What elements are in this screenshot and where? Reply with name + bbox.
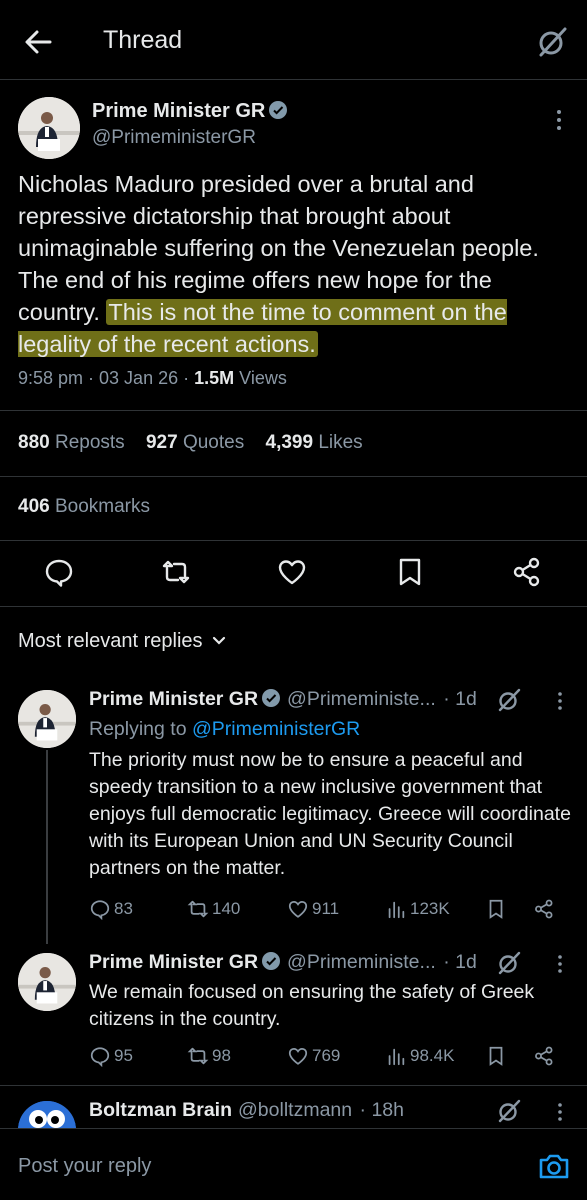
reply-actions: 83 140 911 123K: [89, 898, 569, 924]
grok-icon[interactable]: [496, 1098, 522, 1124]
engagement-stats: 880 Reposts 927 Quotes 4,399 Likes: [18, 432, 379, 454]
bookmarks-stat[interactable]: 406 Bookmarks: [18, 496, 150, 518]
divider: [0, 410, 587, 411]
reply-author-name[interactable]: Boltzman Brain: [89, 1099, 232, 1121]
avatar[interactable]: [18, 953, 76, 1011]
quotes-count: 927: [145, 432, 178, 453]
reply-like-button[interactable]: 769: [287, 1045, 340, 1067]
reply-author-handle[interactable]: @Primeministe...: [287, 951, 436, 973]
like-count: 911: [312, 899, 340, 918]
grok-icon[interactable]: [535, 25, 569, 59]
replying-prefix: Replying to: [89, 718, 192, 740]
tweet-timestamp[interactable]: 9:58 pm · 03 Jan 26 ·: [18, 368, 194, 388]
reply-text: We remain focused on ensuring the safety…: [89, 981, 535, 1030]
avatar[interactable]: [18, 690, 76, 748]
reply-actions: 95 98 769 98.4K: [89, 1045, 569, 1071]
verified-badge-icon: [261, 951, 281, 971]
reply-repost-button[interactable]: 140: [187, 898, 240, 920]
thread-connector: [46, 750, 48, 944]
reply-count: 95: [114, 1046, 133, 1065]
reply-timestamp[interactable]: · 1d: [443, 688, 477, 710]
reply-icon[interactable]: [43, 556, 75, 588]
views-label: Views: [234, 368, 287, 388]
reply-reply-button[interactable]: 83: [89, 898, 133, 920]
reply-author[interactable]: Prime Minister GR @Primeministe... · 1d: [89, 688, 477, 711]
share-icon[interactable]: [533, 898, 558, 920]
avatar[interactable]: [18, 1101, 76, 1128]
author-name[interactable]: Prime Minister GR: [92, 100, 288, 123]
verified-badge-icon: [268, 100, 288, 120]
verified-badge-icon: [261, 688, 281, 708]
reply-timestamp[interactable]: · 18h: [360, 1099, 404, 1121]
likes-count: 4,399: [265, 432, 314, 453]
reply-author-name[interactable]: Prime Minister GR: [89, 688, 258, 710]
divider: [0, 606, 587, 607]
repost-icon[interactable]: [160, 556, 192, 588]
quotes-stat[interactable]: 927 Quotes: [146, 432, 244, 453]
camera-icon[interactable]: [537, 1149, 571, 1183]
replying-to: Replying to @PrimeministerGR: [89, 718, 360, 741]
reply-author[interactable]: Boltzman Brain @bolltzmann · 18h: [89, 1099, 404, 1122]
repost-count: 140: [212, 899, 241, 918]
likes-stat[interactable]: 4,399 Likes: [266, 432, 363, 453]
avatar[interactable]: [18, 97, 80, 159]
reply-views-button[interactable]: 98.4K: [385, 1045, 454, 1067]
reply-reply-button[interactable]: 95: [89, 1045, 133, 1067]
quotes-label: Quotes: [177, 432, 245, 453]
grok-icon[interactable]: [496, 950, 522, 976]
reply-input[interactable]: Post your reply: [18, 1155, 151, 1178]
sort-replies-dropdown[interactable]: Most relevant replies: [18, 630, 227, 653]
views-count: 1.5M: [194, 368, 235, 388]
reply-composer: Post your reply: [0, 1128, 587, 1200]
views-count: 98.4K: [410, 1046, 455, 1065]
bookmark-icon[interactable]: [394, 556, 426, 588]
bookmarks-count: 406: [18, 496, 50, 517]
share-icon[interactable]: [511, 556, 543, 588]
grok-icon[interactable]: [496, 687, 522, 713]
reply-author[interactable]: Prime Minister GR @Primeministe... · 1d: [89, 951, 477, 974]
more-options-icon[interactable]: [555, 108, 563, 132]
more-options-icon[interactable]: [557, 954, 563, 974]
tweet-actions: [0, 556, 587, 596]
repost-count: 98: [212, 1046, 231, 1065]
top-bar: Thread: [0, 0, 587, 80]
chevron-down-icon: [211, 631, 227, 647]
reply-text: The priority must now be to ensure a pea…: [89, 749, 571, 879]
divider: [0, 540, 587, 541]
divider: [0, 1085, 587, 1086]
reposts-count: 880: [18, 432, 50, 453]
like-count: 769: [312, 1046, 341, 1065]
reply-count: 83: [114, 899, 133, 918]
reply-timestamp[interactable]: · 1d: [443, 951, 477, 973]
reply-author-handle[interactable]: @Primeministe...: [287, 688, 436, 710]
reply-like-button[interactable]: 911: [287, 898, 339, 920]
reply-item[interactable]: Boltzman Brain @bolltzmann · 18h: [0, 1097, 587, 1128]
share-icon[interactable]: [533, 1045, 558, 1067]
bookmark-icon[interactable]: [485, 898, 510, 920]
bookmarks-label: Bookmarks: [49, 496, 151, 517]
more-options-icon[interactable]: [557, 691, 563, 711]
reply-author-handle[interactable]: @bolltzmann: [238, 1099, 352, 1121]
reposts-label: Reposts: [49, 432, 125, 453]
reply-author-name[interactable]: Prime Minister GR: [89, 951, 258, 973]
tweet-text: Nicholas Maduro presided over a brutal a…: [18, 168, 578, 360]
reply-repost-button[interactable]: 98: [187, 1045, 231, 1067]
sort-label: Most relevant replies: [18, 630, 203, 652]
likes-label: Likes: [313, 432, 363, 453]
author-handle[interactable]: @PrimeministerGR: [92, 127, 256, 149]
reply-views-button[interactable]: 123K: [385, 898, 450, 920]
tweet-meta: 9:58 pm · 03 Jan 26 · 1.5M Views: [18, 368, 287, 389]
more-options-icon[interactable]: [557, 1102, 563, 1122]
back-arrow-icon[interactable]: [22, 26, 54, 58]
divider: [0, 476, 587, 477]
reposts-stat[interactable]: 880 Reposts: [18, 432, 125, 453]
views-count: 123K: [410, 899, 450, 918]
author-name-text[interactable]: Prime Minister GR: [92, 100, 265, 122]
page-title: Thread: [103, 26, 183, 54]
replying-to-link[interactable]: @PrimeministerGR: [192, 718, 360, 740]
like-icon[interactable]: [276, 556, 308, 588]
bookmark-icon[interactable]: [485, 1045, 510, 1067]
